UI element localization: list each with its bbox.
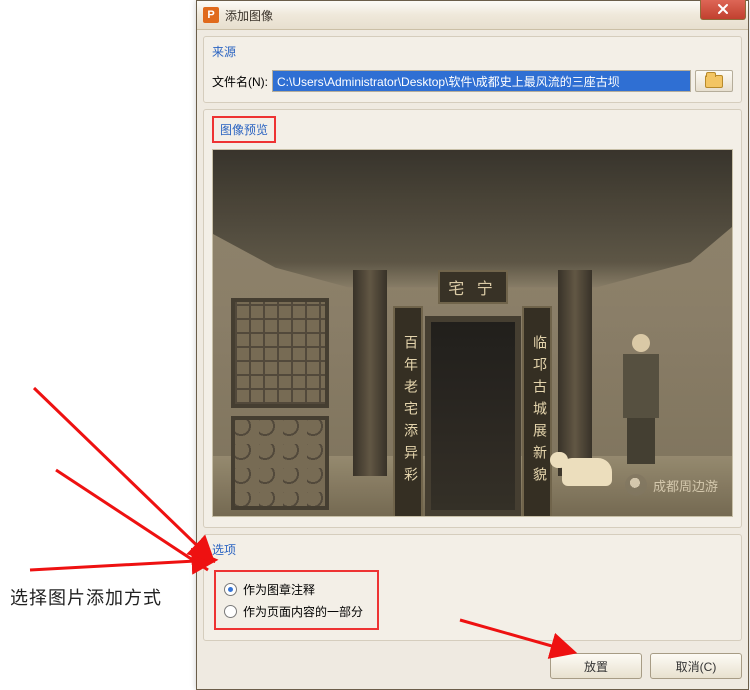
- preview-photo: 宅 宁 百年老宅添异彩 临邛古城展新貌 成都周边游: [213, 150, 732, 516]
- browse-button[interactable]: [695, 70, 733, 92]
- scroll-right: 临邛古城展新貌: [522, 306, 552, 517]
- radio-stamp-label: 作为图章注释: [243, 581, 315, 598]
- titlebar[interactable]: P 添加图像: [197, 1, 748, 30]
- plaque-text: 宅 宁: [438, 270, 508, 304]
- radio-page-content-input[interactable]: [224, 605, 237, 618]
- file-label: 文件名(N):: [212, 73, 268, 90]
- add-image-dialog: P 添加图像 来源 文件名(N): 图像预览: [196, 0, 749, 690]
- radio-stamp-input[interactable]: [224, 583, 237, 596]
- cancel-button[interactable]: 取消(C): [650, 653, 742, 679]
- file-path-input[interactable]: [272, 70, 691, 92]
- dialog-footer: 放置 取消(C): [203, 647, 742, 683]
- watermark-text: 成都周边游: [653, 476, 718, 495]
- source-legend: 来源: [204, 37, 741, 64]
- watermark-icon: [625, 474, 647, 496]
- preview-legend: 图像预览: [212, 116, 276, 143]
- annotation-text: 选择图片添加方式: [10, 584, 162, 610]
- folder-icon: [705, 75, 723, 88]
- options-legend: 选项: [204, 535, 741, 562]
- place-button[interactable]: 放置: [550, 653, 642, 679]
- close-icon: [717, 3, 729, 15]
- source-group: 来源 文件名(N):: [203, 36, 742, 103]
- close-button[interactable]: [700, 0, 746, 20]
- options-group: 选项 作为图章注释 作为页面内容的一部分: [203, 534, 742, 641]
- dog: [562, 458, 612, 486]
- file-row: 文件名(N):: [204, 64, 741, 102]
- radio-page-content[interactable]: 作为页面内容的一部分: [224, 600, 363, 622]
- dialog-title: 添加图像: [225, 7, 273, 24]
- image-preview: 宅 宁 百年老宅添异彩 临邛古城展新貌 成都周边游: [212, 149, 733, 517]
- watermark: 成都周边游: [625, 474, 718, 496]
- preview-group: 图像预览 宅 宁 百年老宅添异彩 临邛古城展新貌: [203, 109, 742, 528]
- person: [620, 334, 662, 464]
- radio-highlight-box: 作为图章注释 作为页面内容的一部分: [214, 570, 379, 630]
- radio-stamp[interactable]: 作为图章注释: [224, 578, 363, 600]
- scroll-left: 百年老宅添异彩: [393, 306, 423, 517]
- dialog-body: 来源 文件名(N): 图像预览: [197, 30, 748, 689]
- app-icon: P: [203, 7, 219, 23]
- radio-page-content-label: 作为页面内容的一部分: [243, 603, 363, 620]
